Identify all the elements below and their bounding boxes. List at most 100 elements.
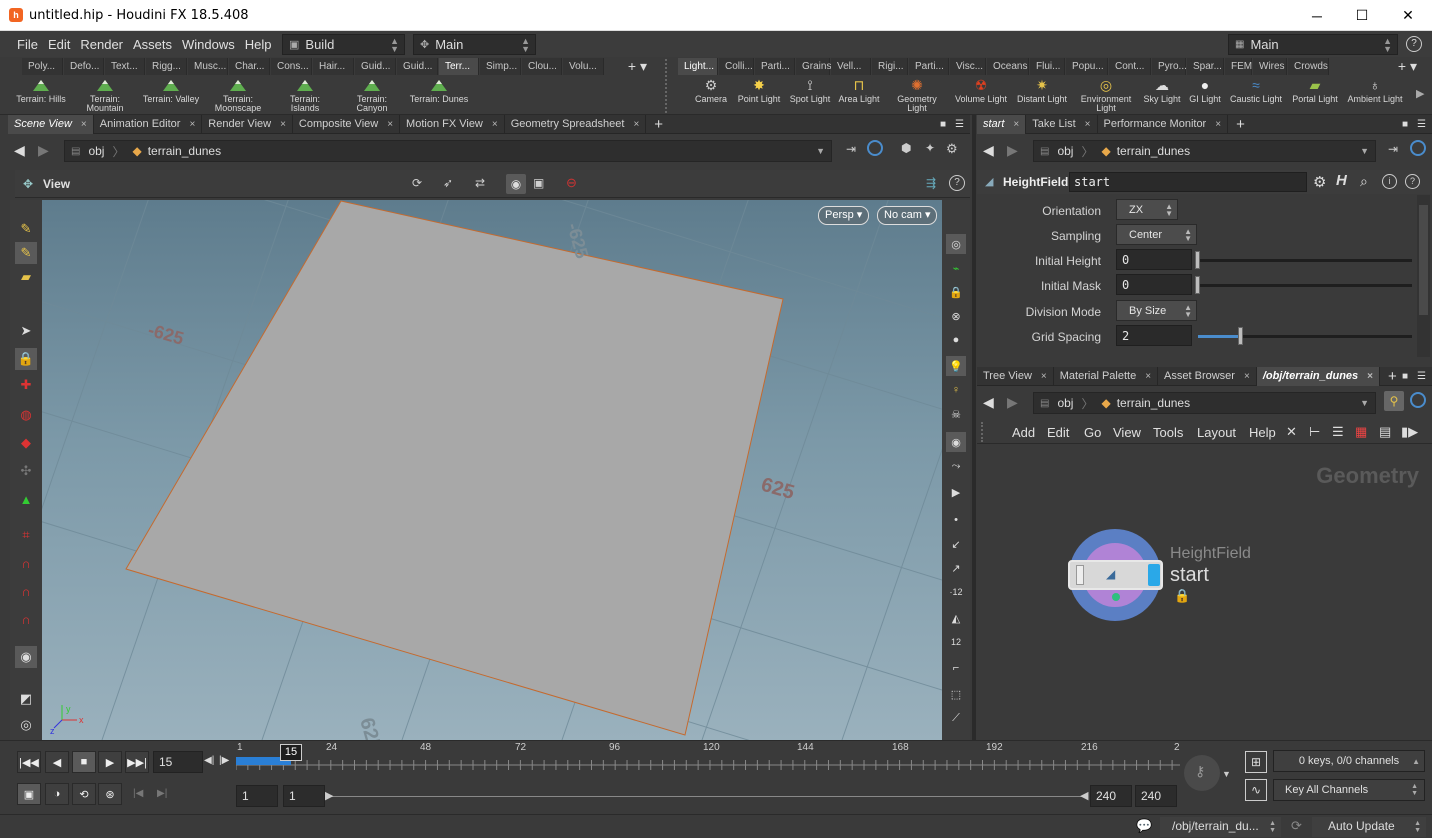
network-path-node[interactable]: terrain_dunes <box>1117 396 1190 410</box>
shelf-right-tab-11[interactable]: Cont... <box>1109 58 1151 75</box>
shelf-right-add-tab-button[interactable]: + ▾ <box>1394 58 1432 75</box>
scene-tab-close-icon[interactable]: × <box>492 119 498 130</box>
global-animation-icon[interactable]: ⊛ <box>98 783 122 805</box>
shelf-tab-3[interactable]: Rigg... <box>146 58 187 75</box>
uv-display-icon[interactable]: ⌐ <box>946 658 966 678</box>
shelf-light-tool-10[interactable]: ≈ Caustic Light <box>1226 78 1286 104</box>
snap-curve-icon[interactable]: ∩ <box>15 552 37 574</box>
status-path-menu[interactable]: /obj/terrain_du... ▲ ▼ <box>1160 817 1281 837</box>
jump-end-button[interactable]: ▶▶| <box>125 751 149 773</box>
forward-arrow-icon[interactable]: ▶ <box>38 142 49 159</box>
shelf-right-tab-8[interactable]: Oceans <box>987 58 1029 75</box>
wireframe-icon[interactable]: ◎ <box>946 234 966 254</box>
playback-start-field[interactable]: 1 <box>283 785 325 807</box>
network-tab-close-icon[interactable]: × <box>1367 371 1373 382</box>
param-link-icon[interactable] <box>1410 140 1426 156</box>
point-display-icon[interactable]: • <box>946 510 966 530</box>
network-menu-add[interactable]: Add <box>1012 425 1035 440</box>
list-view-icon[interactable]: ☰ <box>1332 424 1344 440</box>
prev-key-icon[interactable]: |◀ <box>133 788 143 799</box>
shelf-terrain-tool-0[interactable]: Terrain: Hills <box>11 78 71 104</box>
lock-camera-icon[interactable]: 🔒 <box>946 282 966 302</box>
menu-help[interactable]: Help <box>240 37 277 52</box>
shelf-right-tab-13[interactable]: Spar... <box>1187 58 1224 75</box>
brush-tool-icon[interactable]: ✎ <box>15 242 37 264</box>
desktop-build-selector[interactable]: ▣ Build ▲ ▼ <box>282 34 405 55</box>
scene-path-field[interactable]: ▤ obj 〉 ◆ terrain_dunes ▼ <box>64 140 832 162</box>
key-all-channels-menu[interactable]: Key All Channels ▲ ▼ <box>1273 779 1425 801</box>
play-backward-button[interactable]: ◀ <box>45 751 69 773</box>
shading-sphere-icon[interactable]: ● <box>946 330 966 350</box>
shelf-right-tab-7[interactable]: Visc... <box>950 58 986 75</box>
render-tool-icon[interactable]: ◎ <box>15 714 37 736</box>
network-forward-arrow-icon[interactable]: ▶ <box>1007 394 1018 411</box>
playback-end-field[interactable]: 240 <box>1090 785 1132 807</box>
scene-tab-close-icon[interactable]: × <box>633 119 639 130</box>
background-icon[interactable]: ⊗ <box>946 306 966 326</box>
minimize-button[interactable]: ─ <box>1294 0 1340 31</box>
menu-file[interactable]: File <box>12 37 43 52</box>
light-bulb-icon[interactable]: 💡 <box>946 356 966 376</box>
bounding-box-icon[interactable]: ⬚ <box>946 684 966 704</box>
realtime-toggle-icon[interactable]: ▣ <box>17 783 41 805</box>
transform-icon[interactable]: ⇄ <box>475 176 485 190</box>
stop-button[interactable]: ■ <box>72 751 96 773</box>
shelf-scroll-right-icon[interactable]: ▶ <box>1416 87 1424 100</box>
chat-icon[interactable]: 💬 <box>1136 818 1152 834</box>
initial-mask-slider-knob[interactable] <box>1195 276 1200 294</box>
network-path-field[interactable]: ▤ obj 〉 ◆ terrain_dunes ▼ <box>1033 392 1376 414</box>
scene-tab-2[interactable]: Render View × <box>202 114 293 134</box>
shelf-tab-2[interactable]: Text... <box>105 58 145 75</box>
normals-icon[interactable]: ↙ <box>946 534 966 554</box>
network-link-icon[interactable] <box>1410 392 1426 408</box>
node-lock-icon[interactable]: 🔒 <box>1174 588 1190 604</box>
menu-render[interactable]: Render <box>75 37 128 52</box>
shelf-terrain-tool-1[interactable]: Terrain: Mountain <box>75 78 135 113</box>
network-editor-canvas[interactable]: Geometry ◢ HeightField start 🔒 <box>977 445 1432 740</box>
help-icon[interactable]: ? <box>1406 36 1422 52</box>
network-tab-close-icon[interactable]: × <box>1041 371 1047 382</box>
stop-icon[interactable]: ⊖ <box>566 175 577 191</box>
shelf-terrain-tool-6[interactable]: Terrain: Dunes <box>409 78 469 104</box>
scene-tab-3[interactable]: Composite View × <box>293 114 401 134</box>
param-pane-menu-icon[interactable]: ■ <box>1402 119 1408 130</box>
heightfield-node[interactable]: ◢ <box>1068 560 1163 590</box>
eraser-tool-icon[interactable]: ▰ <box>15 266 37 288</box>
camera-menu[interactable]: No cam ▾ <box>877 206 938 225</box>
scene-tab-0[interactable]: Scene View × <box>8 114 94 134</box>
shelf-right-tab-5[interactable]: Rigi... <box>872 58 908 75</box>
network-tab-1[interactable]: Material Palette × <box>1054 366 1159 386</box>
lock-select-icon[interactable]: 🔒 <box>15 348 37 370</box>
scene-tab-5[interactable]: Geometry Spreadsheet × <box>505 114 647 134</box>
visibility-icon[interactable]: ◉ <box>506 174 526 194</box>
network-menu-view[interactable]: View <box>1113 425 1141 440</box>
orientation-menu[interactable]: ZX ▲ ▼ <box>1116 199 1178 220</box>
hda-icon[interactable]: H <box>1336 172 1347 189</box>
range-start-handle[interactable]: ▶ <box>325 789 333 802</box>
shelf-tab-7[interactable]: Hair... <box>313 58 354 75</box>
viewport-help-icon[interactable]: ? <box>949 175 965 191</box>
current-frame-marker[interactable]: 15 <box>280 744 302 761</box>
key-dropdown-icon[interactable]: ▼ <box>1222 769 1231 779</box>
shelf-right-tab-10[interactable]: Popu... <box>1066 58 1108 75</box>
network-tab-0[interactable]: Tree View × <box>977 366 1054 386</box>
shelf-right-tab-0[interactable]: Light... <box>678 58 718 75</box>
audio-icon[interactable]: ◑ <box>45 783 69 805</box>
display-points-icon[interactable]: ⤳ <box>946 456 966 476</box>
shelf-terrain-tool-5[interactable]: Terrain: Canyon <box>342 78 402 113</box>
close-button[interactable]: ✕ <box>1385 0 1431 31</box>
shelf-right-tab-15[interactable]: Wires <box>1253 58 1287 75</box>
network-tab-close-icon[interactable]: × <box>1145 371 1151 382</box>
render-region-icon[interactable]: ◩ <box>15 688 37 710</box>
grid-view-icon[interactable]: ▤ <box>1379 424 1391 440</box>
select-mode-icon[interactable]: ➶ <box>443 176 453 190</box>
more-tools-icon[interactable]: ▮▶ <box>1401 424 1418 440</box>
play-forward-button[interactable]: ▶ <box>98 751 122 773</box>
sampling-menu[interactable]: Center ▲ ▼ <box>1116 224 1197 245</box>
network-path-dropdown-icon[interactable]: ▼ <box>1360 398 1369 408</box>
pane-options-icon[interactable]: ☰ <box>955 119 964 130</box>
network-menu-layout[interactable]: Layout <box>1197 425 1236 440</box>
prim-numbers-icon[interactable]: 12 <box>946 632 966 652</box>
shelf-light-tool-4[interactable]: ✺ Geometry Light <box>887 78 947 113</box>
dopesheet-icon[interactable]: ∿ <box>1245 779 1267 801</box>
